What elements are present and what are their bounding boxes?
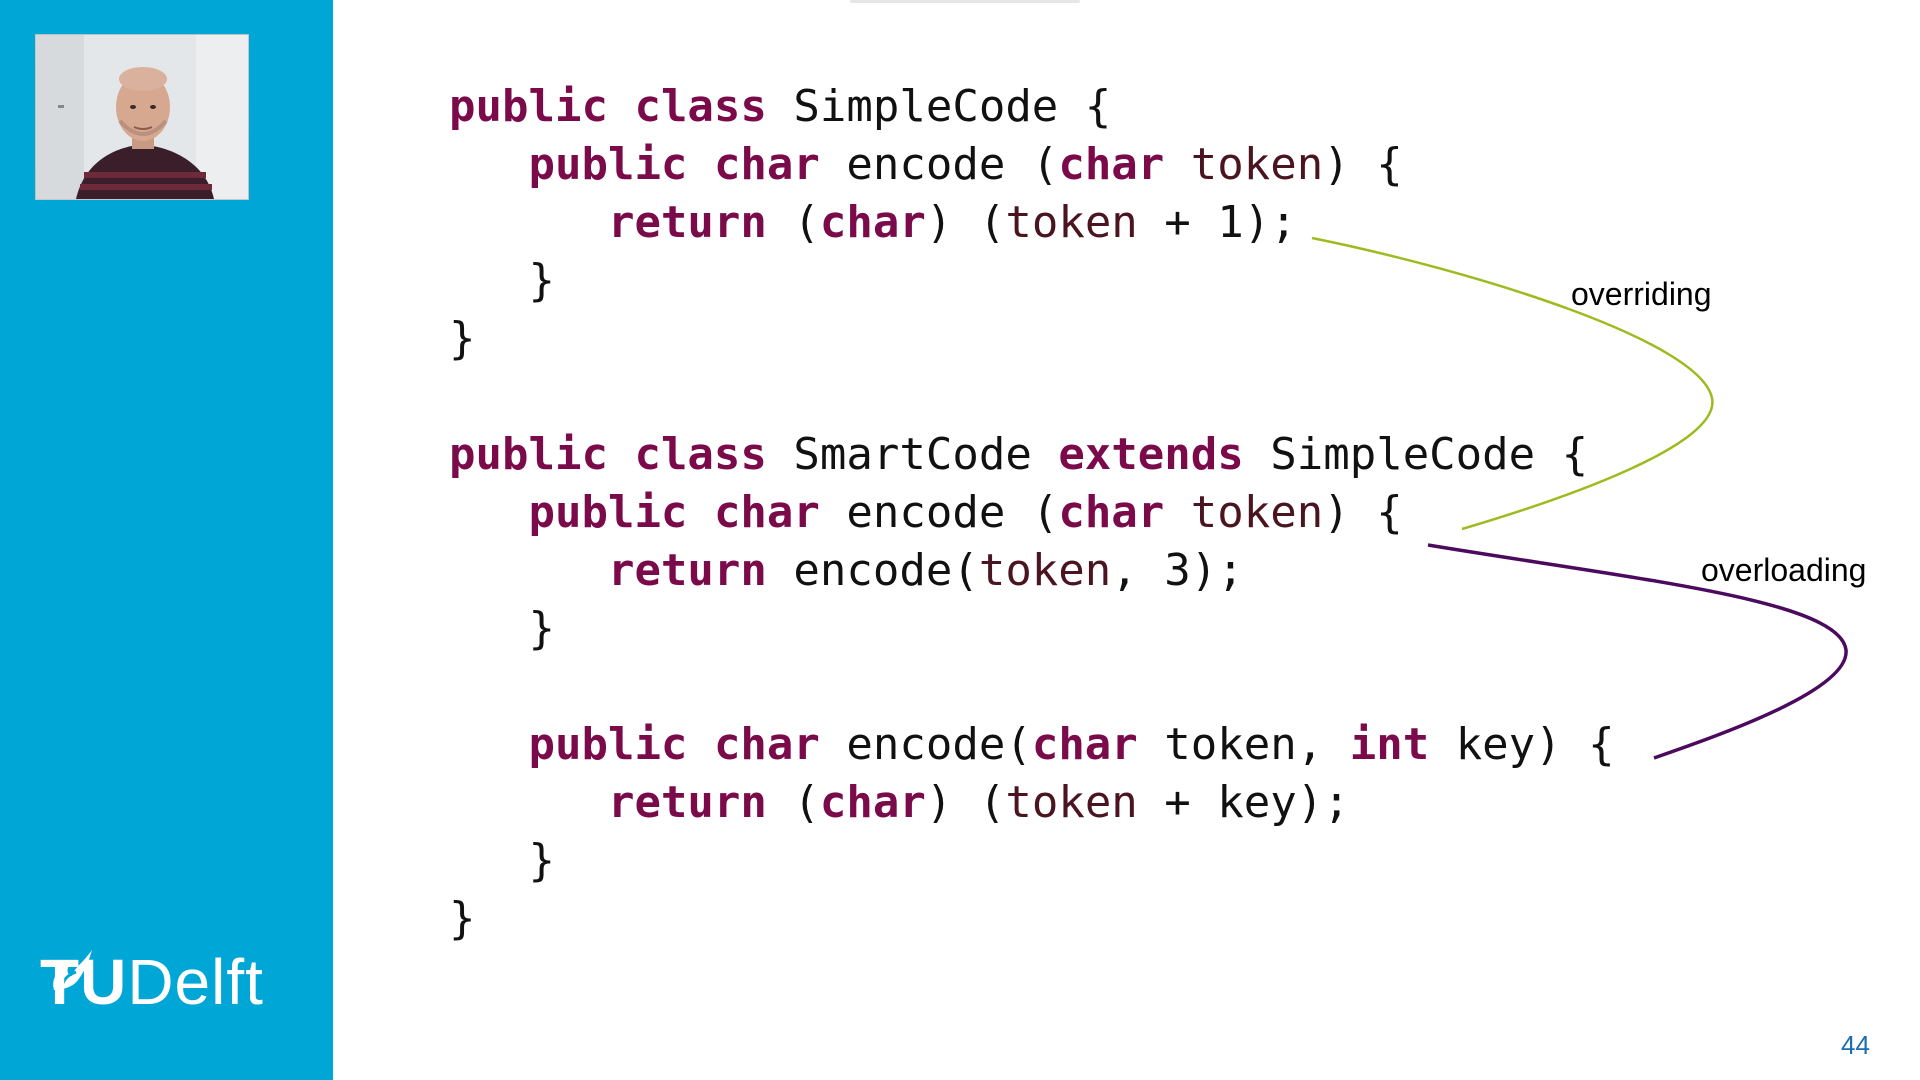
overriding-label: overriding <box>1571 276 1712 312</box>
lecture-frame: TUDelft public class SimpleCode { public… <box>0 0 1920 1080</box>
annotation-arrows <box>1311 236 1848 760</box>
overloading-label: overloading <box>1701 552 1867 588</box>
slide-number: 44 <box>1841 1030 1870 1060</box>
